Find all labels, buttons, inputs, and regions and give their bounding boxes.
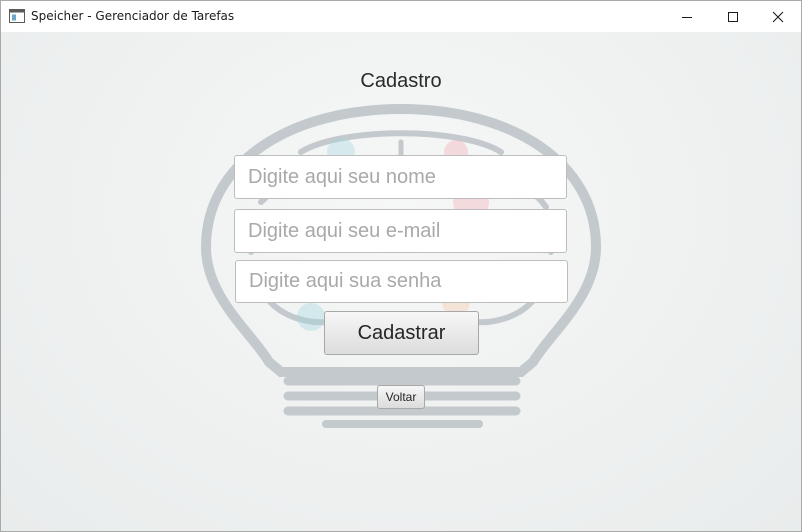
close-button[interactable] [755,1,801,32]
maximize-button[interactable] [710,1,756,32]
register-panel: Cadastro Cadastrar Voltar [1,32,801,531]
back-button[interactable]: Voltar [377,385,425,409]
app-window-icon [9,9,25,23]
email-input[interactable] [234,209,567,253]
app-window: Speicher - Gerenciador de Tarefas Cadast… [0,0,802,532]
register-button[interactable]: Cadastrar [324,311,479,355]
name-input[interactable] [234,155,567,199]
page-title: Cadastro [360,70,442,92]
minimize-icon [682,16,692,18]
maximize-icon [728,11,738,22]
password-input[interactable] [235,260,568,303]
close-icon [772,11,784,22]
window-title: Speicher - Gerenciador de Tarefas [31,9,235,23]
minimize-button[interactable] [664,1,710,32]
title-bar[interactable]: Speicher - Gerenciador de Tarefas [1,1,801,32]
